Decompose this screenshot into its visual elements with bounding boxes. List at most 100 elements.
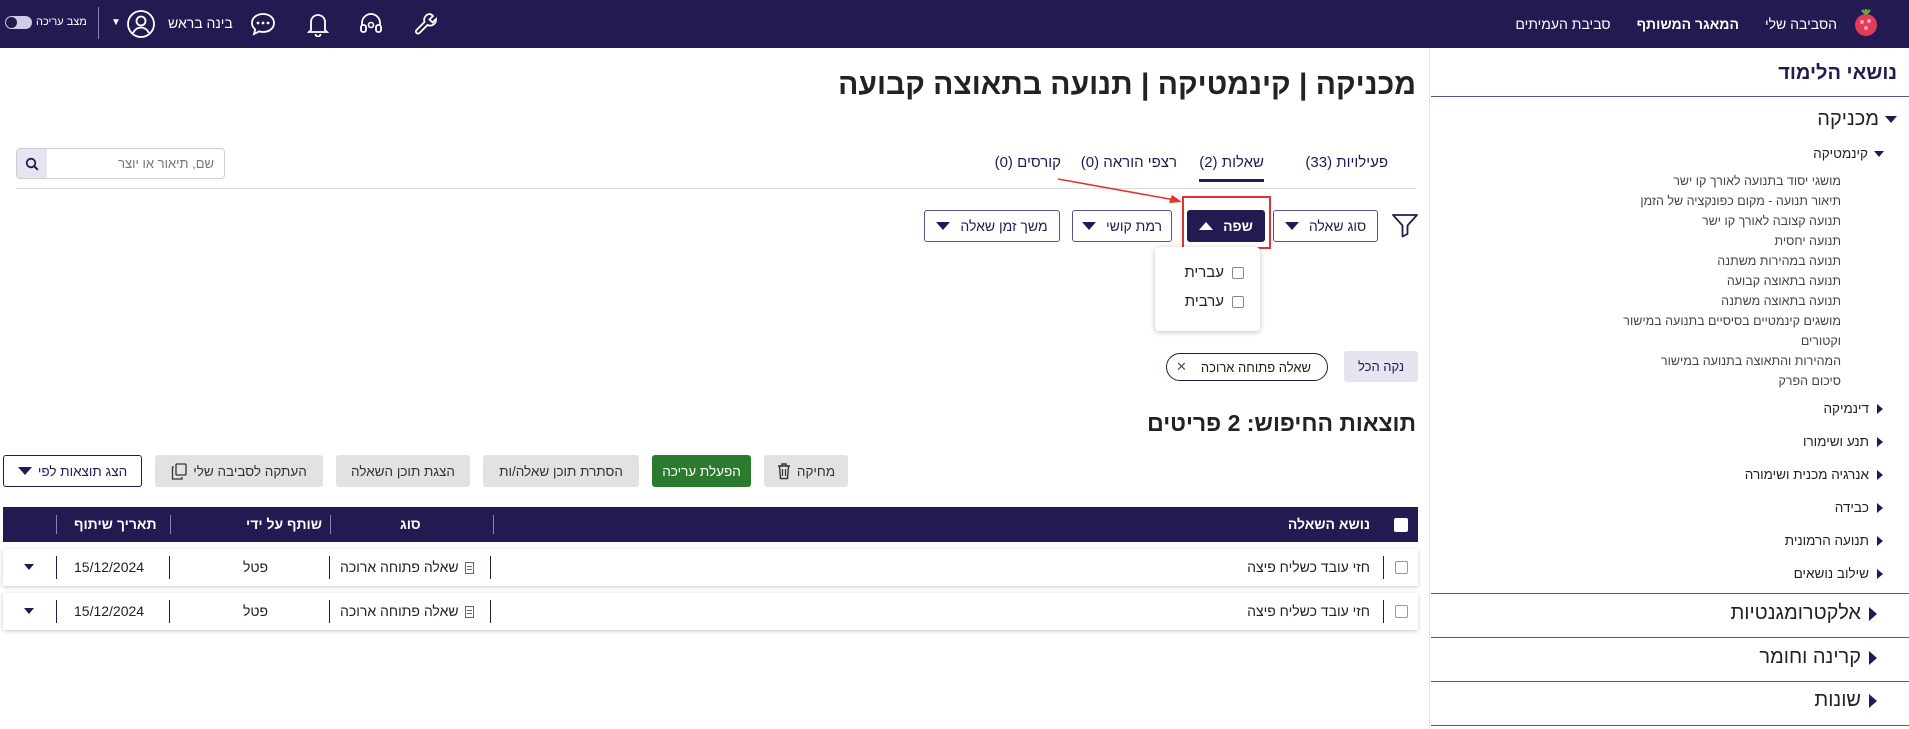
option-hebrew[interactable]: עברית [1184, 264, 1244, 281]
button-label: מחיקה [796, 463, 836, 479]
column-header[interactable]: נושא השאלה [1288, 507, 1370, 542]
divider [1431, 681, 1909, 682]
chevron-left-icon [1877, 470, 1883, 481]
active-filter-chip: שאלה פתוחה ארוכה ✕ [1166, 353, 1328, 381]
filter-label: רמת קושי [1106, 218, 1162, 234]
type-label: שאלה פתוחה ארוכה [340, 603, 459, 619]
subtopic-item[interactable]: תנועה יחסית [1775, 234, 1841, 248]
divider [56, 515, 57, 534]
delete-button[interactable]: מחיקה [764, 455, 848, 487]
topic-mechanics[interactable]: מכניקה [1817, 108, 1897, 131]
chevron-left-icon [1877, 503, 1883, 514]
edit-mode-toggle[interactable] [5, 16, 32, 29]
table-header: נושא השאלה סוג שותף על ידי תאריך שיתוף [3, 507, 1418, 542]
topic-misc[interactable]: שונות [1814, 689, 1877, 712]
hide-content-button[interactable]: הסתרת תוכן שאלה/ות [483, 455, 639, 487]
subtopic-item[interactable]: תנועה בתאוצה קבועה [1727, 274, 1841, 288]
search-icon [25, 157, 39, 171]
option-arabic[interactable]: ערבית [1185, 293, 1244, 310]
sort-by-button[interactable]: הצג תוצאות לפי [3, 455, 142, 487]
expand-row-icon[interactable] [24, 608, 34, 614]
copy-icon [172, 462, 187, 480]
divider [56, 600, 57, 623]
divider [493, 515, 494, 534]
topic-label: קרינה וחומר [1759, 646, 1861, 668]
subtopic-item[interactable]: מושגי יסוד בתנועה לאורך קו ישר [1673, 174, 1841, 188]
user-icon[interactable] [126, 10, 156, 38]
subtopic-item[interactable]: תנועה קצובה לאורך קו ישר [1702, 214, 1841, 228]
nav-shared-repo[interactable]: המאגר המשותף [1637, 16, 1739, 32]
subtopic-item[interactable]: המהירות והתאוצה בתנועה במישור [1661, 354, 1841, 368]
row-checkbox[interactable] [1395, 605, 1408, 618]
question-topic[interactable]: חזי עובד כשליח פיצה [1247, 549, 1370, 586]
chevron-left-icon [1877, 437, 1883, 448]
divider [169, 556, 170, 579]
filter-icon[interactable] [1391, 212, 1419, 238]
sidebar-title: נושאי הלימוד [1778, 62, 1897, 84]
topic-kinematics[interactable]: קינמטיקה [1813, 146, 1884, 161]
filter-label: משך זמן שאלה [960, 218, 1048, 234]
subtopic-item[interactable]: תנועה בתאוצה משתנה [1721, 294, 1841, 308]
subtopic-item[interactable]: וקטורים [1801, 334, 1841, 348]
topic-dynamics[interactable]: דינמיקה [1823, 401, 1883, 416]
results-title: תוצאות החיפוש: 2 פריטים [1147, 410, 1416, 436]
question-type-filter[interactable]: סוג שאלה [1273, 210, 1378, 242]
nav-peers-env[interactable]: סביבת העמיתים [1515, 16, 1610, 32]
topic-momentum[interactable]: תנע ושימורו [1803, 434, 1883, 449]
topic-gravity[interactable]: כבידה [1835, 500, 1883, 515]
tab-activities[interactable]: פעילויות (33) [1305, 154, 1388, 171]
subtopic-item[interactable]: מושגים קינמטיים בסיסיים בתנועה במישור [1623, 314, 1841, 328]
subtopic-item[interactable]: סיכום הפרק [1778, 374, 1841, 388]
question-type: שאלה פתוחה ארוכה [340, 549, 474, 586]
tab-questions[interactable]: שאלות (2) [1199, 154, 1264, 182]
edit-mode-label: מצב עריכה [36, 16, 87, 28]
question-type: שאלה פתוחה ארוכה [340, 593, 474, 630]
copy-to-my-env-button[interactable]: העתקה לסביבה שלי [155, 455, 323, 487]
wrench-icon[interactable] [411, 10, 441, 38]
divider [1431, 725, 1909, 726]
search-button[interactable] [17, 149, 47, 178]
caret-down-icon [1284, 222, 1299, 230]
chat-icon[interactable] [248, 10, 278, 38]
subtopic-item[interactable]: תיאור תנועה - מקום כפונקציה של הזמן [1640, 194, 1841, 208]
topic-energy[interactable]: אנרגיה מכנית ושימורה [1745, 467, 1883, 482]
expand-row-icon[interactable] [24, 564, 34, 570]
question-topic[interactable]: חזי עובד כשליח פיצה [1247, 593, 1370, 630]
show-content-button[interactable]: הצגת תוכן השאלה [336, 455, 470, 487]
clear-all-button[interactable]: נקה הכל [1344, 351, 1418, 382]
column-header[interactable]: שותף על ידי [246, 507, 322, 542]
topic-combined[interactable]: שילוב נושאים [1794, 566, 1883, 581]
subtopic-item[interactable]: תנועה במהירות משתנה [1717, 254, 1841, 268]
logo-icon[interactable] [1851, 8, 1881, 38]
column-header[interactable]: סוג [400, 507, 421, 542]
checkbox[interactable] [1232, 295, 1244, 308]
topic-harmonic[interactable]: תנועה הרמונית [1785, 533, 1883, 548]
topics-sidebar: נושאי הלימוד מכניקה קינמטיקה מושגי יסוד … [1429, 48, 1909, 729]
topic-label: מכניקה [1817, 108, 1879, 130]
option-label: ערבית [1184, 293, 1224, 310]
close-icon[interactable]: ✕ [1176, 359, 1187, 375]
chevron-down-icon[interactable]: ▼ [111, 17, 121, 28]
caret-down-icon [1082, 222, 1096, 230]
search-input[interactable] [48, 149, 224, 178]
table-row[interactable]: חזי עובד כשליח פיצה שאלה פתוחה ארוכה פטל… [3, 593, 1418, 630]
duration-filter[interactable]: משך זמן שאלה [924, 210, 1060, 242]
row-checkbox[interactable] [1395, 561, 1408, 574]
difficulty-filter[interactable]: רמת קושי [1072, 210, 1172, 242]
select-all-checkbox[interactable] [1394, 518, 1408, 532]
topic-radiation[interactable]: קרינה וחומר [1759, 646, 1877, 669]
column-header[interactable]: תאריך שיתוף [74, 507, 157, 542]
enable-edit-button[interactable]: הפעלת עריכה [652, 455, 751, 487]
topic-electromagnetism[interactable]: אלקטרומגנטיות [1730, 602, 1877, 625]
chevron-down-icon [1885, 116, 1897, 124]
table-row[interactable]: חזי עובד כשליח פיצה שאלה פתוחה ארוכה פטל… [3, 549, 1418, 586]
chevron-left-icon [1869, 650, 1877, 665]
tab-sequences[interactable]: רצפי הוראה (0) [1081, 154, 1177, 171]
bell-icon[interactable] [303, 10, 333, 38]
checkbox[interactable] [1232, 266, 1244, 279]
headset-icon[interactable] [356, 10, 386, 38]
nav-my-env[interactable]: הסביבה שלי [1765, 16, 1837, 32]
divider [490, 600, 491, 623]
user-name[interactable]: בינה בראש [168, 0, 233, 48]
tab-courses[interactable]: קורסים (0) [995, 154, 1061, 171]
